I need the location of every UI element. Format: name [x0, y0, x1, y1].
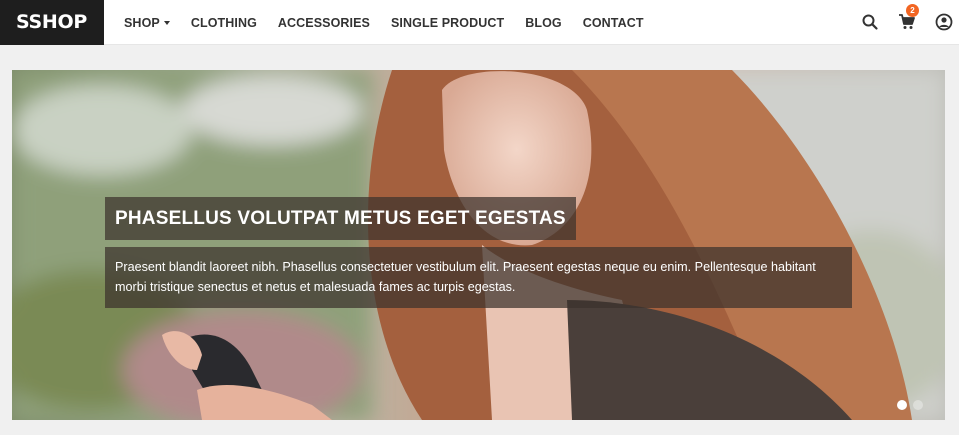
hero-title: PHASELLUS VOLUTPAT METUS EGET EGESTAS — [105, 197, 576, 240]
nav-item-single-product[interactable]: SINGLE PRODUCT — [391, 16, 504, 30]
nav-item-blog[interactable]: BLOG — [525, 16, 562, 30]
nav-item-label: CLOTHING — [190, 15, 257, 30]
brand-logo[interactable]: SSHOP — [0, 0, 104, 45]
search-icon[interactable] — [861, 13, 879, 31]
nav-item-contact[interactable]: CONTACT — [583, 16, 644, 30]
user-icon[interactable] — [935, 13, 953, 31]
nav-item-label: ACCESSORIES — [277, 15, 370, 30]
top-navbar: SSHOP SHOP CLOTHING ACCESSORIES SINGLE P… — [0, 0, 959, 45]
hero-slider[interactable]: PHASELLUS VOLUTPAT METUS EGET EGESTAS Pr… — [12, 70, 945, 420]
nav-item-label: SINGLE PRODUCT — [391, 15, 505, 30]
hero-description: Praesent blandit laoreet nibh. Phasellus… — [105, 247, 852, 308]
slider-dot-active[interactable] — [897, 400, 907, 410]
nav-item-accessories[interactable]: ACCESSORIES — [278, 16, 370, 30]
nav-item-clothing[interactable]: CLOTHING — [191, 16, 257, 30]
nav-item-label: SHOP — [124, 15, 160, 30]
slider-dot[interactable] — [913, 400, 923, 410]
nav-item-label: BLOG — [525, 15, 562, 30]
chevron-down-icon — [163, 20, 170, 25]
nav-item-shop[interactable]: SHOP — [124, 16, 170, 30]
cart-count-badge: 2 — [906, 4, 919, 17]
main-nav: SHOP CLOTHING ACCESSORIES SINGLE PRODUCT… — [124, 0, 665, 45]
hero-image — [12, 70, 945, 420]
nav-item-label: CONTACT — [582, 15, 644, 30]
